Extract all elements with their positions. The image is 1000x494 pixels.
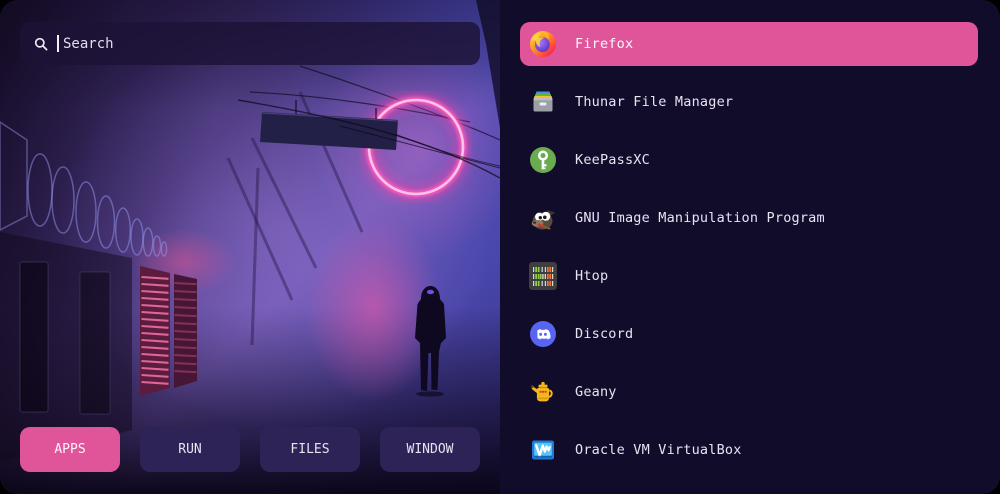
app-row-keepassxc[interactable]: KeePassXC: [520, 138, 978, 182]
app-launcher-window: APPS RUN FILES WINDOW: [0, 0, 1000, 494]
app-label: Oracle VM VirtualBox: [575, 442, 742, 458]
app-label: Geany: [575, 384, 617, 400]
mode-button-window[interactable]: WINDOW: [380, 427, 480, 472]
building-edge: [476, 0, 500, 128]
thunar-icon: [529, 88, 557, 116]
app-list: Firefox Thunar File Manager: [500, 0, 1000, 494]
virtualbox-icon: [529, 436, 557, 464]
app-label: Discord: [575, 326, 633, 342]
geany-icon: [529, 378, 557, 406]
search-bar[interactable]: [20, 22, 480, 65]
app-row-htop[interactable]: Htop: [520, 254, 978, 298]
app-row-gimp[interactable]: GNU Image Manipulation Program: [520, 196, 978, 240]
app-row-virtualbox[interactable]: Oracle VM VirtualBox: [520, 428, 978, 472]
neon-shutter: [140, 266, 197, 396]
wallpaper-art: [0, 0, 500, 494]
htop-icon: [529, 262, 557, 290]
mode-switcher: APPS RUN FILES WINDOW: [20, 427, 480, 472]
app-label: Firefox: [575, 36, 633, 52]
app-row-discord[interactable]: Discord: [520, 312, 978, 356]
search-input[interactable]: [61, 35, 466, 53]
mode-button-apps[interactable]: APPS: [20, 427, 120, 472]
app-row-firefox[interactable]: Firefox: [520, 22, 978, 66]
app-label: GNU Image Manipulation Program: [575, 210, 825, 226]
wallpaper: [0, 0, 500, 494]
figure-silhouette: [415, 286, 446, 397]
mode-button-files[interactable]: FILES: [260, 427, 360, 472]
left-panel: APPS RUN FILES WINDOW: [0, 0, 500, 494]
search-icon: [34, 37, 48, 51]
wall-sign-outline: [0, 122, 27, 230]
app-label: KeePassXC: [575, 152, 650, 168]
app-label: Thunar File Manager: [575, 94, 733, 110]
keepassxc-icon: [529, 146, 557, 174]
mode-button-run[interactable]: RUN: [140, 427, 240, 472]
app-row-geany[interactable]: Geany: [520, 370, 978, 414]
app-label: Htop: [575, 268, 608, 284]
circle-chain: [28, 154, 167, 256]
discord-icon: [529, 320, 557, 348]
firefox-icon: [529, 30, 557, 58]
gimp-icon: [529, 204, 557, 232]
text-caret: [57, 35, 59, 52]
app-row-thunar[interactable]: Thunar File Manager: [520, 80, 978, 124]
